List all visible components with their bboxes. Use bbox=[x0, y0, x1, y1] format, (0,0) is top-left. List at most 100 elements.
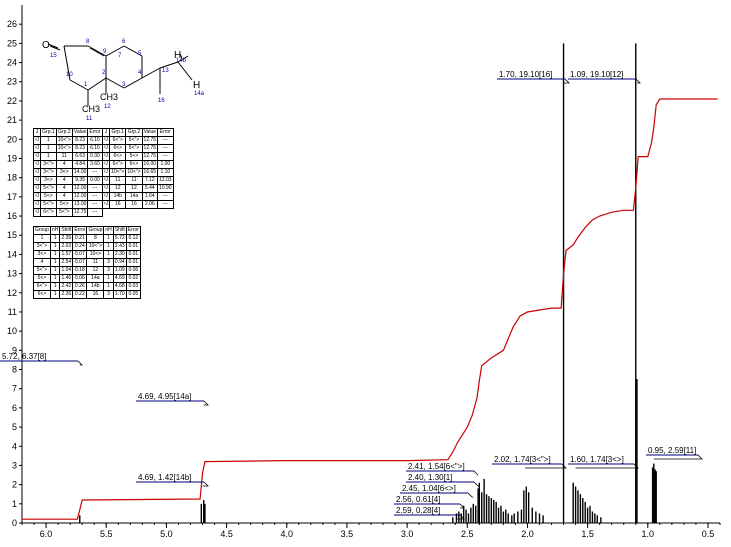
table-cell: 6<> bbox=[33, 290, 51, 299]
table-header-cell: nH bbox=[103, 226, 114, 235]
table-cell: 3 bbox=[103, 290, 114, 299]
table-cell: 2.54 bbox=[59, 258, 74, 267]
table-cell: 16 bbox=[109, 200, 127, 209]
table-cell: 6<> bbox=[109, 152, 127, 161]
peak-label-text: 2.41, 1.54[6<">] bbox=[408, 462, 465, 471]
table-cell: 4 bbox=[33, 258, 51, 267]
table-cell: ²J bbox=[32, 136, 42, 145]
table-cell: ³J bbox=[32, 160, 42, 169]
peak-label-text: 0.95, 2.59[11] bbox=[648, 446, 696, 455]
table-cell: 14b bbox=[86, 282, 105, 291]
table-cell: 5<> bbox=[33, 274, 51, 283]
table-cell: 6.10 bbox=[87, 136, 103, 145]
table-cell: 12.00 bbox=[71, 184, 89, 193]
table-header-cell: Group bbox=[86, 226, 105, 235]
x-tick-label: 3.5 bbox=[341, 529, 354, 539]
y-tick-label: 10 bbox=[7, 326, 17, 336]
table-cell: 11 bbox=[125, 176, 143, 185]
y-tick-label: 1 bbox=[12, 499, 17, 509]
peak-label-text: 4.69, 1.42[14b] bbox=[138, 473, 191, 482]
peak-label-text: 2.56, 0.61[4] bbox=[396, 495, 440, 504]
table-cell: 1.46 bbox=[59, 274, 74, 283]
table-cell: 1 bbox=[49, 266, 61, 275]
table-cell: 5.72 bbox=[112, 234, 127, 243]
peak-label-text: 4.69, 4.95[14a] bbox=[138, 392, 191, 401]
table-row: ²J 5<"> 5<> 13.00 --- ⁴J 16 16 2.06 --- bbox=[32, 200, 174, 209]
table-cell: ³J bbox=[101, 144, 111, 153]
table-cell: --- bbox=[157, 192, 174, 201]
table-cell: 1 bbox=[40, 144, 57, 153]
table-cell: 12.75 bbox=[141, 144, 159, 153]
table-cell: --- bbox=[157, 144, 174, 153]
y-tick-label: 20 bbox=[7, 134, 17, 144]
table-cell: ²J bbox=[32, 168, 42, 177]
molecule-atom-label: 13 bbox=[162, 68, 169, 74]
table-cell: 12 bbox=[109, 184, 127, 193]
table-cell: --- bbox=[87, 168, 103, 177]
y-tick-label: 23 bbox=[7, 77, 17, 87]
table-cell: 5<> bbox=[55, 200, 73, 209]
table-cell: ³J bbox=[32, 208, 42, 217]
molecule-atom-label: 15 bbox=[50, 53, 57, 59]
table-header-cell: Grp.1 bbox=[109, 128, 127, 137]
table-cell: 6<"> bbox=[109, 160, 127, 169]
table-cell: 1 bbox=[49, 258, 61, 267]
table-cell: 1.04 bbox=[59, 266, 74, 275]
table-header-cell: J bbox=[101, 128, 111, 137]
table-cell: 9.35 bbox=[71, 176, 89, 185]
table-cell: 5.44 bbox=[141, 184, 159, 193]
table-cell: 1 bbox=[103, 250, 114, 259]
table-cell: ³J bbox=[101, 176, 111, 185]
table-cell: 2.26 bbox=[59, 290, 74, 299]
table-cell: 0.06 bbox=[72, 274, 88, 283]
x-tick-label: 3.0 bbox=[401, 529, 414, 539]
table-header-cell: Error bbox=[87, 128, 103, 137]
y-tick-label: 3 bbox=[12, 460, 17, 470]
table-cell: 1 bbox=[49, 242, 61, 251]
y-tick-label: 12 bbox=[7, 288, 17, 298]
table-cell: 16.00 bbox=[141, 160, 159, 169]
table-cell: 0.18 bbox=[72, 266, 88, 275]
y-tick-label: 25 bbox=[7, 38, 17, 48]
table-header-cell: Grp.2 bbox=[55, 128, 73, 137]
y-tick-label: 2 bbox=[12, 480, 17, 490]
table-cell: 10<"> bbox=[109, 168, 127, 177]
table-row: ³J 6<"> 5<"> 12.75 --- bbox=[32, 208, 174, 217]
table-header-cell: Group bbox=[33, 226, 51, 235]
table-cell: 10<"> bbox=[55, 144, 73, 153]
peak-label-text: 2.02, 1.74[3<">] bbox=[494, 455, 551, 464]
table-header-cell: nH bbox=[49, 226, 61, 235]
y-tick-label: 18 bbox=[7, 173, 17, 183]
table-row: ²J 1 10<"> 8.23 6.10 ³J 6<> 5<"> 12.75 --- bbox=[32, 144, 174, 153]
x-tick-label: 6.0 bbox=[40, 529, 53, 539]
table-cell: 1 bbox=[103, 234, 114, 243]
table-cell: ³J bbox=[101, 136, 111, 145]
table-cell: 6.10 bbox=[87, 144, 103, 153]
table-cell: 3<> bbox=[40, 176, 57, 185]
table-cell: 3 bbox=[103, 266, 114, 275]
table-cell: 1 bbox=[33, 234, 51, 243]
y-tick-label: 15 bbox=[7, 230, 17, 240]
table-row: 5<> 1 1.46 0.06 14a 1 4.69 0.02 bbox=[33, 274, 141, 283]
table-cell: ³J bbox=[32, 184, 42, 193]
table-cell: 11 bbox=[109, 176, 127, 185]
table-cell: 11 bbox=[55, 152, 73, 161]
table-cell: 12.00 bbox=[71, 192, 89, 201]
peak-label-text: 2.40, 1.30[1] bbox=[408, 473, 452, 482]
table-row: ²J 1 10<"> 8.23 6.10 ³J 6<"> 5<"> 12.75 --- bbox=[32, 136, 174, 145]
table-cell: ²J bbox=[32, 144, 42, 153]
table-cell: 0.00 bbox=[87, 176, 103, 185]
table-header-cell: Shift bbox=[59, 226, 74, 235]
table-cell: ³J bbox=[101, 152, 111, 161]
x-tick-label: 4.0 bbox=[281, 529, 294, 539]
table-cell: 12.03 bbox=[157, 176, 174, 185]
y-tick-label: 7 bbox=[12, 384, 17, 394]
table-cell: ²J bbox=[32, 200, 42, 209]
table-cell: 5<> bbox=[125, 152, 143, 161]
table-cell: 6<"> bbox=[40, 208, 57, 217]
molecule-atom-label: 16 bbox=[158, 98, 165, 104]
table-cell: --- bbox=[157, 136, 174, 145]
table-cell: 2.06 bbox=[141, 200, 159, 209]
table-cell: 8.23 bbox=[71, 136, 89, 145]
table-cell: 14a bbox=[86, 274, 105, 283]
